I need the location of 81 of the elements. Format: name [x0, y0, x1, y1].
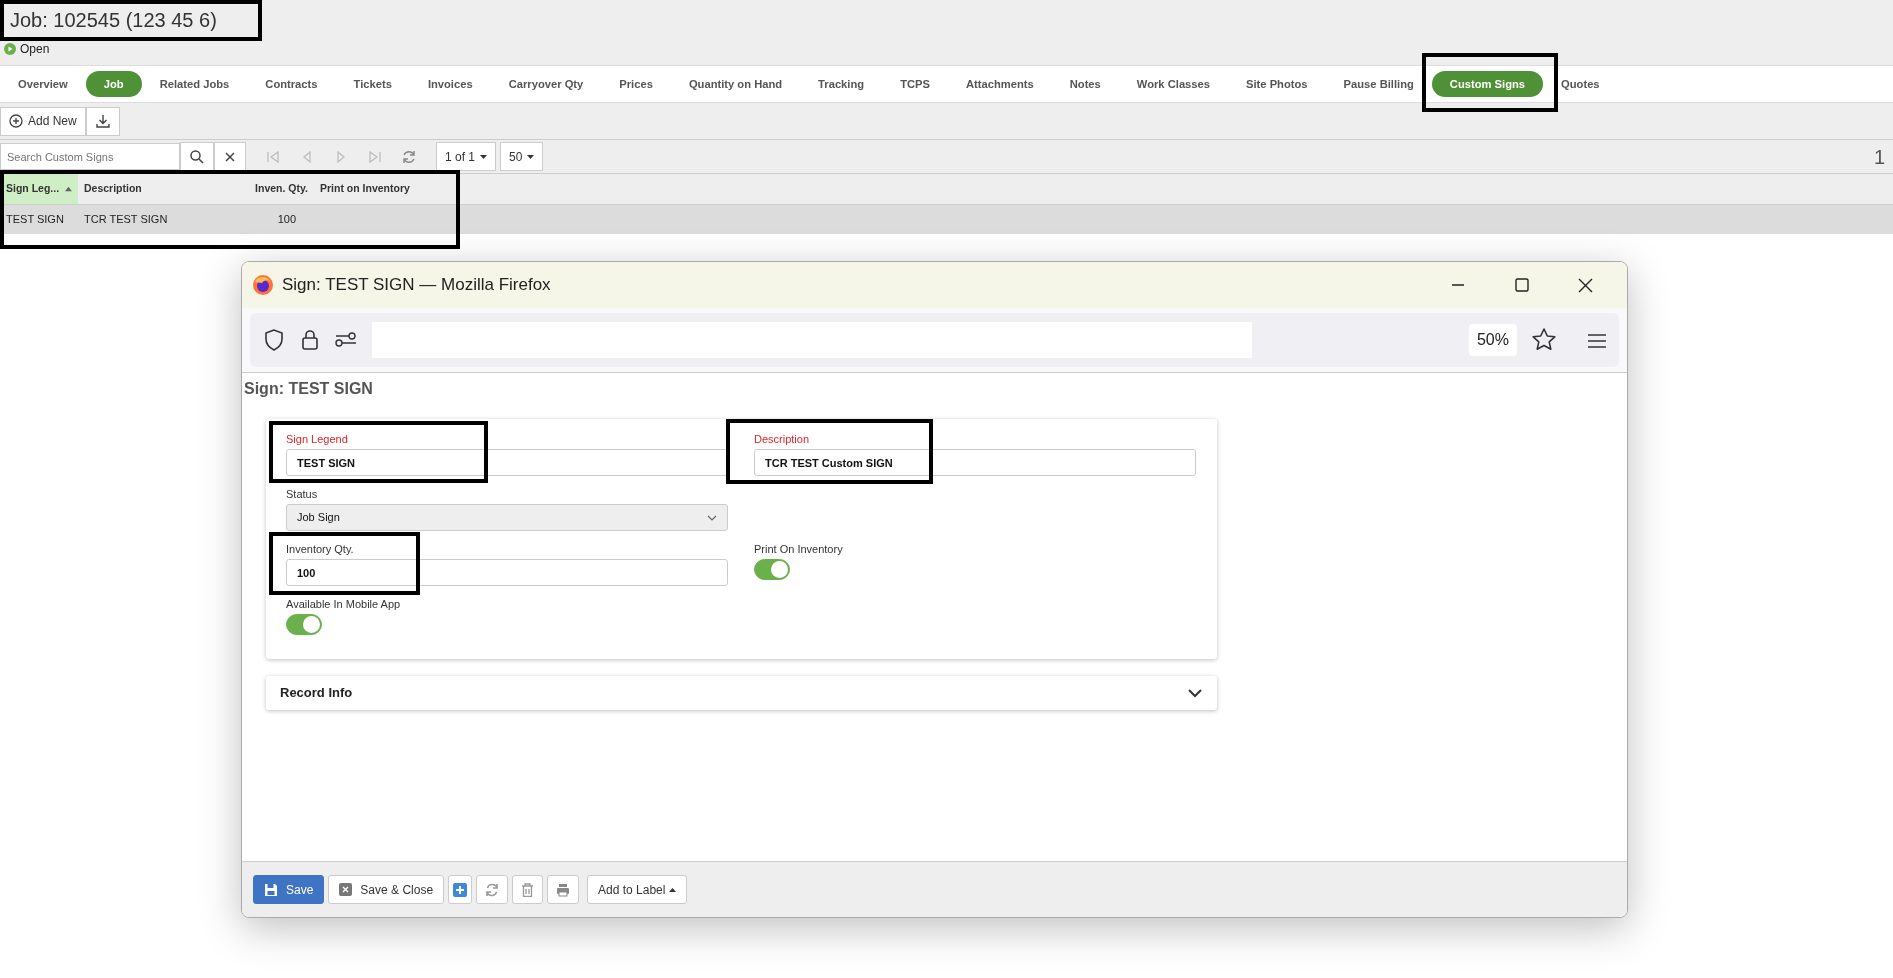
close-icon[interactable]	[1576, 276, 1594, 294]
tab[interactable]: Quantity on Hand	[670, 71, 801, 97]
plus-square-icon	[453, 882, 468, 897]
close-square-icon	[339, 883, 353, 896]
search-field[interactable]: Search Custom Signs	[0, 143, 180, 170]
refresh-icon[interactable]	[401, 149, 417, 166]
add-new-button[interactable]: Add New	[0, 106, 86, 136]
field-label: Inventory Qty.	[286, 543, 354, 556]
tab[interactable]: Job	[85, 71, 142, 97]
tab[interactable]: Work Classes	[1118, 71, 1228, 97]
tab[interactable]: Overview	[0, 71, 86, 97]
add-button[interactable]	[448, 875, 473, 904]
tab[interactable]: Quotes	[1543, 71, 1618, 97]
shield-icon[interactable]	[262, 328, 286, 352]
page-size-dropdown[interactable]: 50	[500, 142, 544, 171]
search-icon	[189, 148, 205, 165]
field-label: Status	[286, 488, 318, 501]
menu-icon[interactable]	[1587, 332, 1607, 349]
field-label: Print On Inventory	[754, 543, 843, 556]
toggle-switch[interactable]	[754, 559, 790, 580]
caret-down-icon	[480, 154, 488, 159]
table-cell-text: TCR TEST SIGN	[83, 212, 169, 228]
star-icon[interactable]	[1531, 327, 1557, 353]
tab[interactable]: Site Photos	[1228, 71, 1326, 97]
lock-icon[interactable]	[300, 328, 320, 352]
zoom-level[interactable]: 50%	[1468, 324, 1517, 356]
field-label: Description	[754, 433, 810, 446]
status-text: Open	[20, 42, 50, 56]
field-label: Sign Legend	[286, 433, 348, 446]
table-cell-text: 100	[276, 212, 297, 228]
status-icon	[4, 43, 16, 55]
tab[interactable]: Related Jobs	[141, 71, 248, 97]
field-label: Available In Mobile App	[286, 598, 401, 611]
tab[interactable]: Carryover Qty	[490, 71, 602, 97]
delete-button[interactable]	[512, 875, 544, 904]
tab[interactable]: Contracts	[247, 71, 336, 97]
column-header[interactable]: Print on Inventory	[314, 174, 464, 204]
save-close-button[interactable]: Save & Close	[328, 875, 445, 904]
tab[interactable]: Attachments	[947, 71, 1052, 97]
tab[interactable]: Pause Billing	[1325, 71, 1432, 97]
column-header[interactable]: Description	[78, 174, 228, 204]
tab[interactable]: Prices	[601, 71, 671, 97]
form-heading: Sign: TEST SIGN	[244, 379, 373, 399]
save-button[interactable]: Save	[253, 875, 325, 904]
clear-button[interactable]	[214, 142, 246, 171]
tab[interactable]: Tracking	[800, 71, 883, 97]
sliders-icon[interactable]	[334, 331, 358, 349]
refresh-button[interactable]	[476, 875, 509, 904]
refresh-icon	[485, 882, 500, 897]
toggle-switch[interactable]	[286, 614, 322, 635]
text-field[interactable]: TCR TEST Custom SIGN	[754, 449, 1196, 476]
column-header[interactable]: Inven. Qty.	[228, 174, 314, 204]
tab[interactable]: Notes	[1051, 71, 1119, 97]
page-title: Job: 102545 (123 45 6)	[10, 8, 217, 32]
plus-circle-icon	[9, 114, 23, 128]
record-count: 1	[1873, 144, 1885, 170]
tab[interactable]: Invoices	[409, 71, 491, 97]
download-button[interactable]	[85, 106, 120, 136]
status-select[interactable]: Job Sign	[286, 504, 728, 531]
print-button[interactable]	[547, 875, 580, 904]
text-field[interactable]: 100	[286, 559, 728, 586]
window-title: Sign: TEST SIGN — Mozilla Firefox	[282, 274, 551, 297]
text-field[interactable]: TEST SIGN	[286, 449, 728, 476]
record-info-panel[interactable]: Record Info	[266, 676, 1217, 710]
search-button[interactable]	[180, 142, 214, 171]
caret-up-icon	[669, 887, 677, 892]
browser-logo-icon	[252, 274, 274, 296]
add-to-label-button[interactable]: Add to Label	[587, 875, 688, 904]
maximize-icon[interactable]	[1512, 276, 1530, 294]
tab[interactable]: TCPS	[882, 71, 948, 97]
chevron-down-icon	[707, 513, 717, 522]
download-icon	[94, 113, 111, 129]
table-cell-text: TEST SIGN	[5, 212, 65, 228]
tab[interactable]: Tickets	[335, 71, 410, 97]
tab[interactable]: Custom Signs	[1431, 71, 1544, 97]
trash-icon	[521, 882, 535, 897]
close-icon	[223, 149, 237, 164]
caret-down-icon	[527, 154, 535, 159]
sort-up-icon	[65, 186, 72, 192]
page-dropdown[interactable]: 1 of 1	[436, 142, 497, 171]
printer-icon	[556, 882, 571, 897]
